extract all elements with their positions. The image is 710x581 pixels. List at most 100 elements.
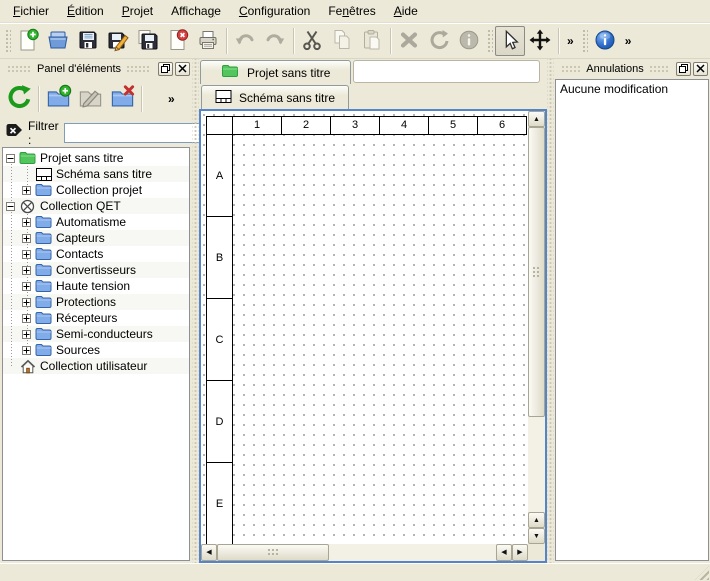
close-dock-button[interactable] xyxy=(693,62,708,76)
vertical-scroll-thumb[interactable] xyxy=(528,127,545,417)
project-tab-bar: Projet sans titre xyxy=(199,59,547,84)
expand-plus-icon[interactable] xyxy=(22,218,31,227)
close-document-button[interactable] xyxy=(163,26,193,56)
scroll-right-button[interactable]: ▶ xyxy=(512,544,528,561)
select-tool-button[interactable] xyxy=(495,26,525,56)
reload-collections-button[interactable] xyxy=(3,83,35,115)
float-dock-button[interactable] xyxy=(676,62,691,76)
expand-plus-icon[interactable] xyxy=(22,314,31,323)
tree-item-contacts[interactable]: Contacts xyxy=(3,246,189,262)
expand-plus-icon[interactable] xyxy=(22,234,31,243)
horizontal-scrollbar[interactable]: ◀ ◀ ▶ xyxy=(201,544,528,561)
expand-plus-icon[interactable] xyxy=(22,250,31,259)
tree-item-sources[interactable]: Sources xyxy=(3,342,189,358)
elements-panel-titlebar[interactable]: Panel d'éléments xyxy=(0,59,192,78)
delete-category-button[interactable] xyxy=(106,83,138,115)
toolbar-overflow-button[interactable]: » xyxy=(620,34,637,48)
move-tool-button[interactable] xyxy=(525,26,555,56)
resize-grip[interactable] xyxy=(695,566,709,580)
folder-icon xyxy=(35,279,52,294)
tree-item-collection-qet[interactable]: Collection QET xyxy=(3,198,189,214)
tree-guide-line xyxy=(11,158,12,366)
menu-affichage[interactable]: Affichage xyxy=(162,1,230,21)
undo-history-list[interactable]: Aucune modification xyxy=(555,79,709,561)
menu-fenetres[interactable]: Fenêtres xyxy=(319,1,384,21)
new-category-button[interactable] xyxy=(42,83,74,115)
toolbar-drag-handle[interactable] xyxy=(4,28,11,54)
delete-folder-icon xyxy=(109,84,136,114)
menu-edition[interactable]: Édition xyxy=(58,1,113,21)
collapse-minus-icon[interactable] xyxy=(6,154,15,163)
panel-overflow-button[interactable]: » xyxy=(163,92,180,106)
close-dock-button[interactable] xyxy=(175,62,190,76)
tree-item-collection-utilisateur[interactable]: Collection utilisateur xyxy=(3,358,189,374)
close-icon xyxy=(178,64,187,73)
clear-filter-icon[interactable] xyxy=(5,124,23,142)
cut-button[interactable] xyxy=(297,26,327,56)
about-information-button[interactable] xyxy=(590,26,620,56)
tree-item-convertisseurs[interactable]: Convertisseurs xyxy=(3,262,189,278)
row-header: D xyxy=(207,381,232,463)
scroll-left-button[interactable]: ◀ xyxy=(496,544,512,561)
elements-tree: Projet sans titre Schéma sans titre Coll… xyxy=(2,147,190,561)
column-header: 6 xyxy=(477,117,526,134)
vertical-scrollbar[interactable]: ▲ ▲ ▼ xyxy=(528,111,545,544)
folder-icon xyxy=(35,231,52,246)
tree-item-semi-conducteurs[interactable]: Semi-conducteurs xyxy=(3,326,189,342)
menu-aide[interactable]: Aide xyxy=(385,1,427,21)
print-button[interactable] xyxy=(193,26,223,56)
expand-plus-icon[interactable] xyxy=(22,186,31,195)
new-folder-icon xyxy=(45,84,72,114)
menu-projet[interactable]: Projet xyxy=(113,1,162,21)
undo-list-item[interactable]: Aucune modification xyxy=(560,82,704,96)
elements-panel-dock: Panel d'éléments » Filtrer : xyxy=(0,59,192,563)
info-blue-icon xyxy=(593,28,617,55)
expand-plus-icon[interactable] xyxy=(22,298,31,307)
left-splitter[interactable] xyxy=(192,59,199,563)
scroll-left-button[interactable]: ◀ xyxy=(201,544,217,561)
tree-item-recepteurs[interactable]: Récepteurs xyxy=(3,310,189,326)
row-header: C xyxy=(207,299,232,381)
scroll-down-button[interactable]: ▼ xyxy=(528,528,545,544)
expand-plus-icon[interactable] xyxy=(22,346,31,355)
save-all-button[interactable] xyxy=(133,26,163,56)
tree-item-collection-projet[interactable]: Collection projet xyxy=(3,182,189,198)
save-as-button[interactable] xyxy=(103,26,133,56)
vertical-scroll-track[interactable] xyxy=(528,417,545,512)
tree-item-haute-tension[interactable]: Haute tension xyxy=(3,278,189,294)
menu-configuration[interactable]: Configuration xyxy=(230,1,319,21)
collapse-minus-icon[interactable] xyxy=(6,202,15,211)
float-dock-button[interactable] xyxy=(158,62,173,76)
open-document-button[interactable] xyxy=(43,26,73,56)
save-button[interactable] xyxy=(73,26,103,56)
project-tab[interactable]: Projet sans titre xyxy=(200,60,351,84)
tree-item-automatisme[interactable]: Automatisme xyxy=(3,214,189,230)
schema-tab[interactable]: Schéma sans titre xyxy=(201,85,349,109)
undo-panel-titlebar[interactable]: Annulations xyxy=(554,59,710,78)
menu-fichier[interactable]: Fichier xyxy=(4,1,58,21)
tab-bar-empty-area xyxy=(353,60,540,83)
tree-item-protections[interactable]: Protections xyxy=(3,294,189,310)
folder-icon xyxy=(35,215,52,230)
expand-plus-icon[interactable] xyxy=(22,266,31,275)
column-header: 1 xyxy=(232,117,281,134)
expand-plus-icon[interactable] xyxy=(22,282,31,291)
horizontal-scroll-thumb[interactable] xyxy=(217,544,329,561)
schema-canvas[interactable]: 1 2 3 4 5 6 A B C D E xyxy=(201,111,528,544)
filter-label: Filtrer : xyxy=(28,119,59,147)
horizontal-scroll-track[interactable] xyxy=(329,544,496,561)
row-ruler: A B C D E xyxy=(206,135,233,544)
tree-item-capteurs[interactable]: Capteurs xyxy=(3,230,189,246)
right-splitter[interactable] xyxy=(547,59,554,563)
new-document-button[interactable] xyxy=(13,26,43,56)
scroll-up-button[interactable]: ▲ xyxy=(528,512,545,528)
save-as-icon xyxy=(106,28,130,55)
redo-button xyxy=(260,26,290,56)
toolbar-drag-handle[interactable] xyxy=(486,28,493,54)
tree-item-schema-sans-titre[interactable]: Schéma sans titre xyxy=(3,166,189,182)
tree-item-projet-sans-titre[interactable]: Projet sans titre xyxy=(3,150,189,166)
expand-plus-icon[interactable] xyxy=(22,330,31,339)
toolbar-drag-handle[interactable] xyxy=(581,28,588,54)
toolbar-overflow-button[interactable]: » xyxy=(562,34,579,48)
scroll-up-button[interactable]: ▲ xyxy=(528,111,545,127)
